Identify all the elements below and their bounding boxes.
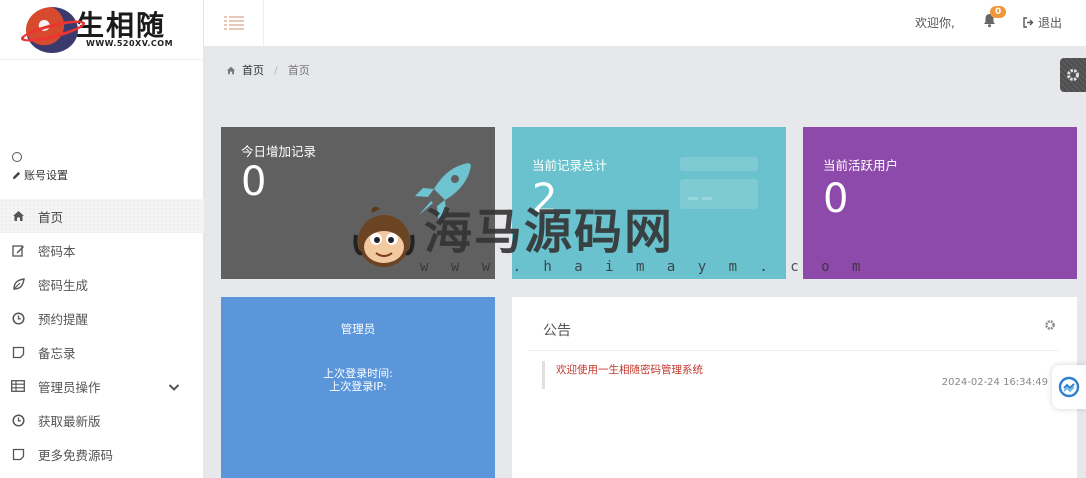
logo-url: WWW.520XV.COM [86, 39, 174, 48]
notice-title: 公告 [543, 323, 571, 339]
sidebar-item-label: 密码生成 [38, 277, 89, 293]
leaf-icon [11, 277, 25, 291]
notice-header: 公告 [528, 297, 1059, 351]
breadcrumb-home-link[interactable]: 首页 [242, 62, 264, 78]
sidebar-item-admin-ops[interactable]: 管理员操作 [0, 369, 204, 403]
card-label: 今日增加记录 [241, 144, 317, 159]
rocket-icon [415, 163, 471, 219]
topbar: 欢迎你, 0 退出 [204, 0, 1086, 46]
sidebar-item-password-generate[interactable]: 密码生成 [0, 267, 204, 301]
clock-icon [11, 311, 25, 325]
admin-info-card: 管理员 上次登录时间: 上次登录IP: [221, 297, 495, 478]
card-icon [680, 157, 758, 209]
table-icon [11, 379, 25, 393]
welcome-text: 欢迎你, [915, 16, 955, 30]
sidebar: 生相随 WWW.520XV.COM 账号设置 首页 密码本 密码生成 预约提醒 … [0, 0, 204, 478]
logout-icon [1023, 17, 1034, 28]
card-label: 当前活跃用户 [823, 158, 899, 173]
notice-text: 欢迎使用一生相随密码管理系统 [556, 364, 703, 376]
chat-icon [1058, 376, 1080, 398]
sidebar-item-password-book[interactable]: 密码本 [0, 233, 204, 267]
settings-panel-toggle[interactable] [1060, 58, 1086, 92]
logout-label: 退出 [1038, 16, 1063, 30]
sidebar-item-more-source[interactable]: 更多免费源码 [0, 437, 204, 471]
clock-icon [11, 413, 25, 427]
gear-icon[interactable] [1044, 319, 1056, 334]
edit-icon [11, 243, 25, 257]
note-icon [11, 345, 25, 359]
home-icon [226, 66, 236, 74]
user-status-icon [12, 152, 22, 162]
sidebar-item-label: 管理员操作 [38, 379, 101, 395]
sidebar-item-label: 更多免费源码 [38, 447, 114, 463]
list-icon [223, 16, 244, 30]
account-settings-label: 账号设置 [24, 169, 68, 182]
pencil-icon [12, 171, 21, 179]
card-label: 当前记录总计 [532, 158, 608, 173]
sidebar-nav: 首页 密码本 密码生成 预约提醒 备忘录 管理员操作 获取最新版 更多免费源码 [0, 199, 204, 471]
account-settings-link[interactable]: 账号设置 [12, 167, 68, 183]
sidebar-item-label: 预约提醒 [38, 311, 89, 327]
note-icon [11, 447, 25, 461]
last-login-time: 上次登录时间: [323, 367, 393, 380]
last-login-ip: 上次登录IP: [329, 380, 387, 393]
admin-title: 管理员 [340, 322, 376, 336]
logo-title: 生相随 [76, 9, 167, 42]
sidebar-item-label: 密码本 [38, 243, 76, 259]
chevron-down-icon[interactable] [168, 380, 180, 395]
user-block: 账号设置 [12, 152, 68, 183]
floating-help-button[interactable] [1052, 365, 1086, 409]
card-value: 0 [241, 159, 267, 205]
sidebar-item-label: 备忘录 [38, 345, 76, 361]
sidebar-item-memo[interactable]: 备忘录 [0, 335, 204, 369]
notice-item[interactable]: 欢迎使用一生相随密码管理系统 2024-02-24 16:34:49 [542, 361, 1058, 389]
breadcrumb: 首页 / 首页 [226, 62, 310, 78]
active-users-card: 当前活跃用户 0 [803, 127, 1077, 279]
card-value: 0 [823, 176, 849, 222]
sidebar-item-get-latest[interactable]: 获取最新版 [0, 403, 204, 437]
breadcrumb-separator: / [274, 63, 278, 77]
breadcrumb-current: 首页 [287, 64, 310, 77]
total-records-card: 当前记录总计 2 [512, 127, 786, 279]
logo[interactable]: 生相随 WWW.520XV.COM [0, 0, 203, 60]
gear-icon [1067, 69, 1079, 81]
sidebar-item-reminders[interactable]: 预约提醒 [0, 301, 204, 335]
logo-globe-icon [19, 6, 87, 53]
home-icon [11, 209, 25, 223]
today-records-card: 今日增加记录 0 [221, 127, 495, 279]
sidebar-item-label: 获取最新版 [38, 413, 101, 429]
notice-time: 2024-02-24 16:34:49 [941, 377, 1048, 388]
logout-button[interactable]: 退出 [1023, 14, 1062, 31]
sidebar-item-home[interactable]: 首页 [0, 199, 204, 233]
card-value: 2 [532, 176, 558, 222]
notice-panel: 公告 欢迎使用一生相随密码管理系统 2024-02-24 16:34:49 [512, 297, 1077, 478]
sidebar-item-label: 首页 [38, 209, 64, 225]
menu-toggle-button[interactable] [204, 0, 264, 46]
notification-badge: 0 [990, 6, 1007, 18]
